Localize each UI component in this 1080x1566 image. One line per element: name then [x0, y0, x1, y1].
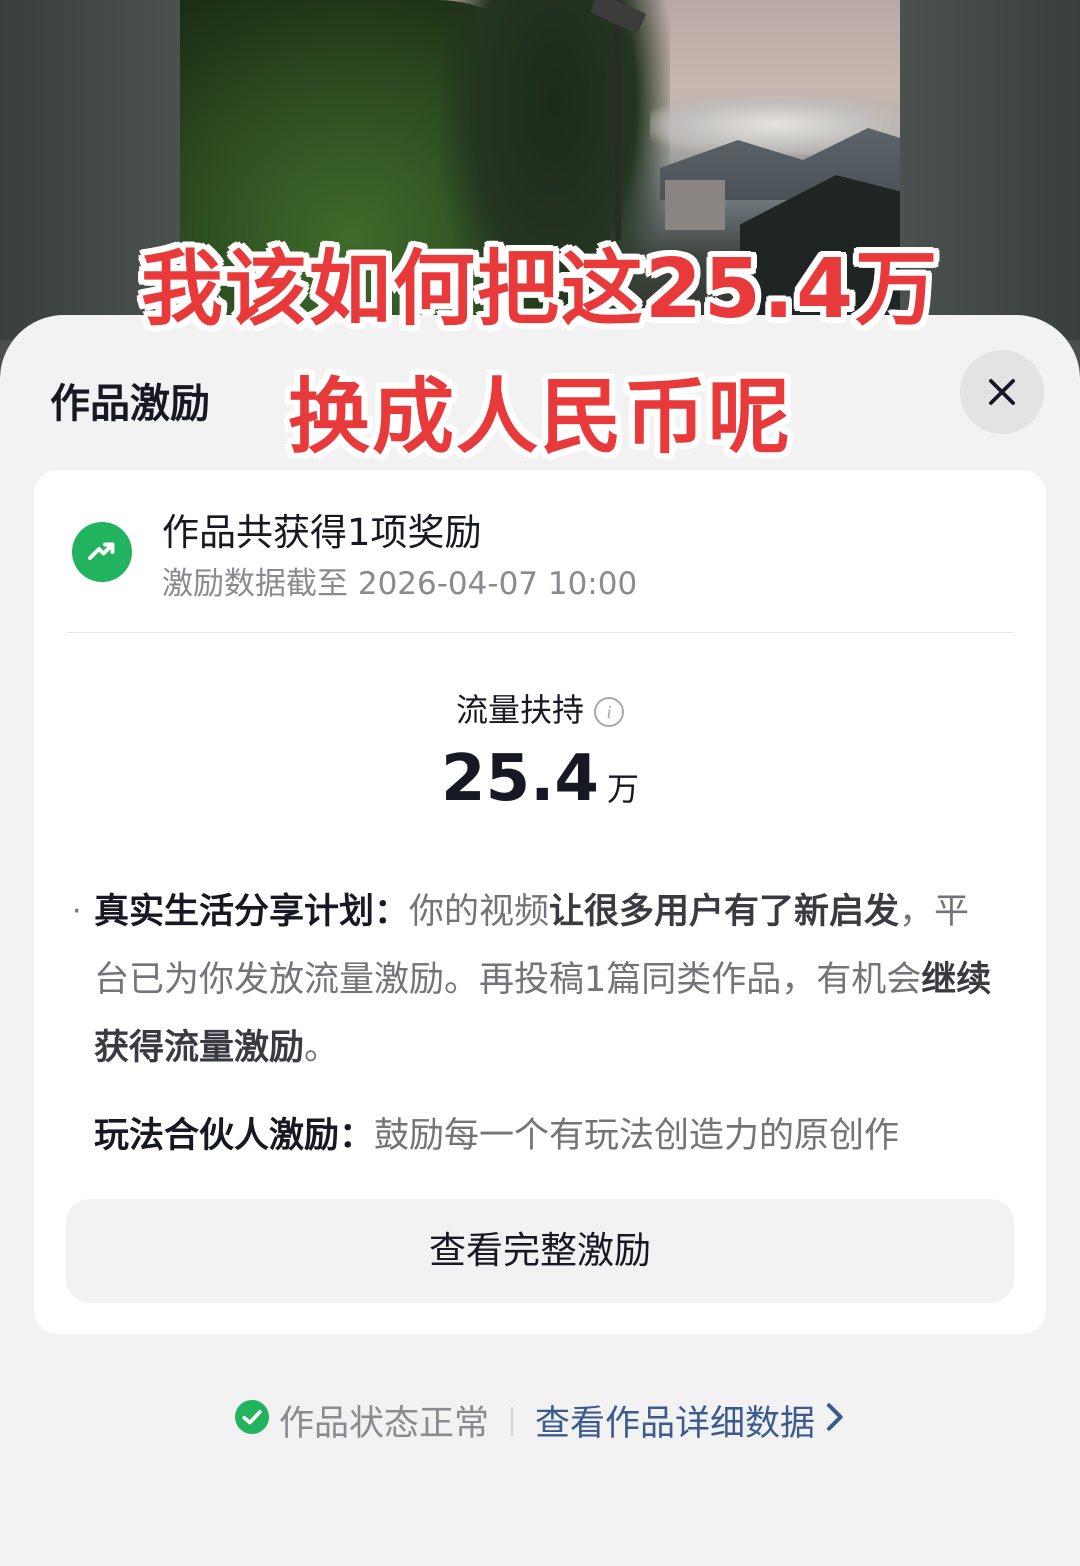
chevron-right-icon[interactable] — [823, 1401, 845, 1441]
item-text: 你的视频 — [409, 892, 550, 932]
check-circle-icon — [234, 1399, 269, 1434]
metric-value-row: 25.4 万 — [34, 742, 1046, 816]
metric-value: 25.4 — [441, 742, 599, 816]
view-full-reward-button[interactable]: 查看完整激励 — [66, 1199, 1014, 1303]
info-icon[interactable]: i — [594, 697, 624, 727]
item-lead: 真实生活分享计划： — [94, 892, 410, 932]
reward-sheet: 作品激励 作品共获得1项奖励 激励数据截至 2026-04-07 10:00 流… — [0, 315, 1080, 1566]
card-title: 作品共获得1项奖励 — [162, 511, 482, 554]
card-subtitle: 激励数据截至 2026-04-07 10:00 — [162, 566, 638, 602]
item-lead: 玩法合伙人激励： — [94, 1116, 375, 1156]
footer-separator — [511, 1406, 513, 1435]
view-detail-data-link[interactable]: 查看作品详细数据 — [535, 1404, 815, 1444]
item-text: 。 — [304, 1028, 340, 1068]
metric-label: 流量扶持 — [455, 691, 584, 729]
item-bold: 让很多用户有了新启发 — [549, 892, 900, 932]
list-item: · 真实生活分享计划：你的视频让很多用户有了新启发，平台已为你发放流量激励。再投… — [72, 878, 994, 1082]
work-status-text: 作品状态正常 — [278, 1404, 489, 1444]
metric-unit: 万 — [606, 770, 639, 808]
bullet: · — [72, 894, 82, 929]
divider — [66, 632, 1014, 633]
list-item: · 玩法合伙人激励：鼓励每一个有玩法创造力的原创作 — [94, 1102, 994, 1170]
overlay-caption-line2: 换成人民币呢 — [287, 370, 792, 465]
item-text: 鼓励每一个有玩法创造力的原创作 — [374, 1116, 900, 1156]
footer: 作品状态正常 查看作品详细数据 — [0, 1395, 1080, 1446]
metric-label-row: 流量扶持 i — [34, 685, 1046, 731]
overlay-caption-line1: 我该如何把这25.4万 — [140, 242, 940, 337]
reward-card: 作品共获得1项奖励 激励数据截至 2026-04-07 10:00 流量扶持 i … — [34, 470, 1046, 1334]
trend-up-icon — [72, 522, 132, 582]
